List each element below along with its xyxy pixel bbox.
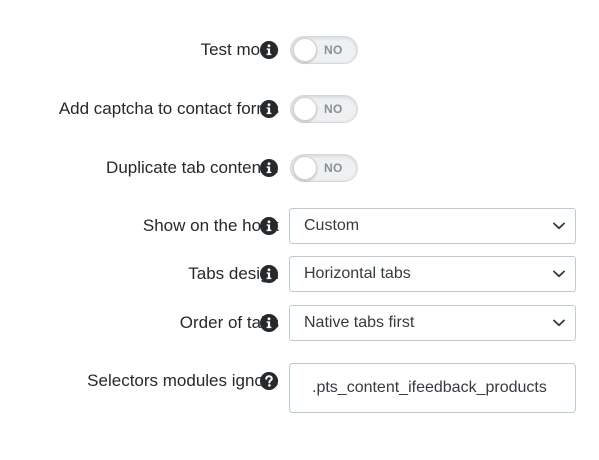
info-icon[interactable]	[260, 159, 278, 177]
select-value: Native tabs first	[304, 314, 415, 331]
select-value: Horizontal tabs	[304, 265, 411, 282]
row-show-on-hook: Show on the hook Custom	[0, 206, 599, 246]
info-icon[interactable]	[260, 41, 278, 59]
info-icon[interactable]	[260, 265, 278, 283]
row-order-of-tabs: Order of tabs Native tabs first	[0, 303, 599, 343]
tabs-design-select[interactable]: Horizontal tabs	[289, 256, 576, 292]
select-value: Custom	[304, 217, 360, 234]
toggle-knob	[293, 38, 317, 62]
row-duplicate-tab: Duplicate tab contents. NO	[0, 148, 599, 188]
toggle-knob	[293, 156, 317, 180]
row-captcha: Add captcha to contact forms NO	[0, 89, 599, 129]
chevron-down-icon	[553, 270, 565, 278]
chevron-down-icon	[553, 222, 565, 230]
row-tabs-design: Tabs design Horizontal tabs	[0, 254, 599, 294]
show-on-hook-select[interactable]: Custom	[289, 208, 576, 244]
toggle-state-text: NO	[324, 43, 343, 57]
question-icon[interactable]	[260, 372, 278, 390]
info-icon[interactable]	[260, 314, 278, 332]
info-icon[interactable]	[260, 217, 278, 235]
test-mode-toggle[interactable]: NO	[290, 36, 358, 64]
row-test-mode: Test mode NO	[0, 30, 599, 70]
chevron-down-icon	[553, 319, 565, 327]
captcha-label: Add captcha to contact forms	[58, 99, 279, 118]
row-selectors-ignore: Selectors modules ignore	[0, 363, 599, 413]
toggle-state-text: NO	[324, 102, 343, 116]
settings-form: Test mode NO Add captcha to contact form…	[0, 0, 599, 460]
order-of-tabs-select[interactable]: Native tabs first	[289, 305, 576, 341]
selectors-ignore-input[interactable]	[289, 363, 576, 413]
toggle-state-text: NO	[324, 161, 343, 175]
selectors-ignore-label: Selectors modules ignore	[87, 371, 279, 390]
show-on-hook-label: Show on the hook	[142, 216, 279, 235]
info-icon[interactable]	[260, 100, 278, 118]
duplicate-tab-label: Duplicate tab contents.	[106, 158, 279, 177]
toggle-knob	[293, 97, 317, 121]
captcha-toggle[interactable]: NO	[290, 95, 358, 123]
duplicate-tab-toggle[interactable]: NO	[290, 154, 358, 182]
